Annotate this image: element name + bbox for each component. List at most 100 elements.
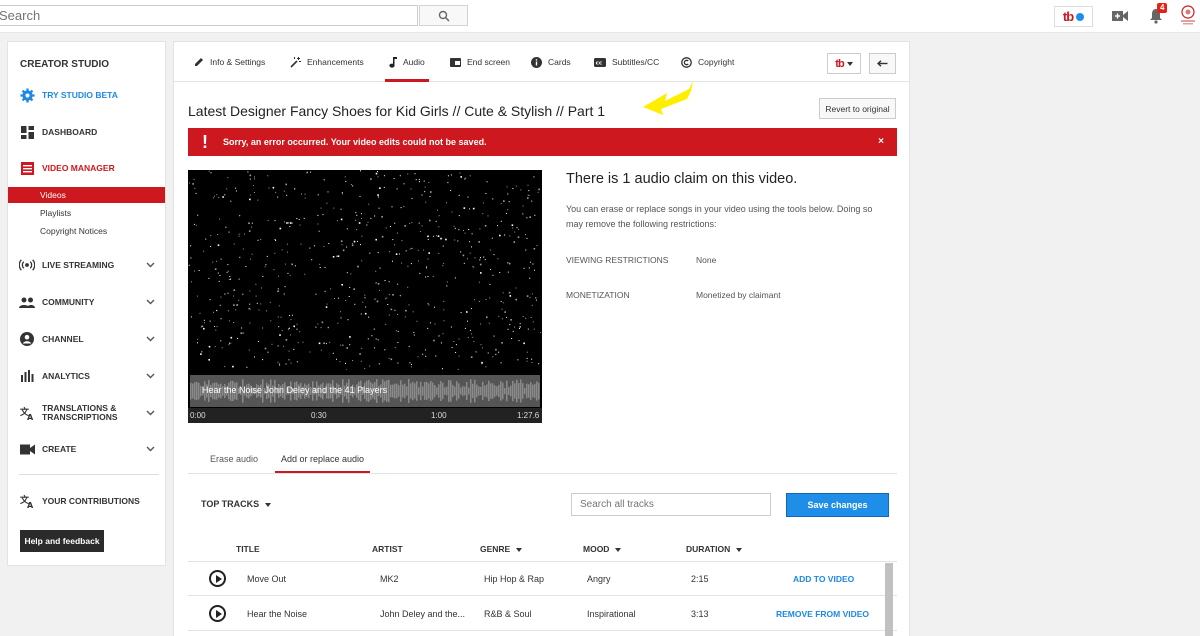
revert-button[interactable]: Revert to original <box>819 98 896 119</box>
tab-label: Info & Settings <box>210 57 266 67</box>
main-panel: Info & Settings Enhancements Audio End s… <box>173 41 910 636</box>
search-button[interactable] <box>419 5 468 26</box>
svg-text:A: A <box>27 501 34 508</box>
search-box[interactable] <box>0 5 418 26</box>
table-row: Hear the Noise John Deley and the... R&B… <box>188 597 897 631</box>
upload-video-icon[interactable] <box>1110 6 1130 26</box>
add-to-video-button[interactable]: ADD TO VIDEO <box>793 574 854 584</box>
column-header-label: GENRE <box>480 544 511 554</box>
channel-account-icon <box>19 331 35 347</box>
close-icon[interactable]: × <box>878 136 884 147</box>
track-title: Hear the Noise <box>247 609 308 619</box>
sidebar-item-dashboard[interactable]: DASHBOARD <box>8 121 165 143</box>
starfield-preview <box>188 170 542 370</box>
column-header-duration[interactable]: DURATION <box>686 544 742 554</box>
search-input[interactable] <box>0 6 417 25</box>
remove-from-video-button[interactable]: REMOVE FROM VIDEO <box>776 609 869 619</box>
sidebar-item-your-contributions[interactable]: 文A YOUR CONTRIBUTIONS <box>8 490 165 512</box>
table-scrollbar[interactable] <box>885 563 893 636</box>
time-marker: 0:00 <box>190 411 206 420</box>
claim-description: You can erase or replace songs in your v… <box>566 204 873 229</box>
error-banner: ! Sorry, an error occurred. Your video e… <box>188 128 897 156</box>
tab-add-replace-audio[interactable]: Add or replace audio <box>274 454 371 473</box>
copyright-icon <box>681 56 692 68</box>
column-header-genre[interactable]: GENRE <box>480 544 522 554</box>
track-mood: Angry <box>587 574 611 584</box>
tab-subtitles[interactable]: cc Subtitles/CC <box>594 42 659 82</box>
tab-label: End screen <box>467 57 510 67</box>
top-tracks-dropdown[interactable]: TOP TRACKS <box>201 499 271 509</box>
info-icon <box>531 56 542 68</box>
help-feedback-button[interactable]: Help and feedback <box>20 530 104 552</box>
caret-down-icon <box>846 61 853 66</box>
track-genre: Hip Hop & Rap <box>484 574 545 584</box>
sidebar-item-label: CHANNEL <box>42 334 84 344</box>
sidebar-item-label: TRY STUDIO BETA <box>42 90 118 100</box>
track-duration: 2:15 <box>691 574 709 584</box>
sidebar-item-label: VIDEO MANAGER <box>42 163 115 173</box>
tab-info-settings[interactable]: Info & Settings <box>194 42 265 82</box>
error-message: Sorry, an error occurred. Your video edi… <box>223 137 487 147</box>
monetization-value: Monetized by claimant <box>696 290 781 300</box>
sidebar-item-video-manager[interactable]: VIDEO MANAGER <box>8 157 165 179</box>
sidebar-item-analytics[interactable]: ANALYTICS <box>8 365 165 387</box>
community-icon <box>19 294 35 310</box>
play-icon[interactable] <box>209 570 226 587</box>
tab-copyright[interactable]: Copyright <box>681 42 734 82</box>
tab-label: Cards <box>548 57 571 67</box>
tab-label: Subtitles/CC <box>612 57 660 67</box>
column-header-title[interactable]: TITLE <box>236 544 260 554</box>
sidebar-item-community[interactable]: COMMUNITY <box>8 291 165 313</box>
return-arrow-icon <box>877 59 888 67</box>
dashboard-icon <box>19 124 35 140</box>
track-artist: MK2 <box>380 574 399 584</box>
video-manager-icon <box>19 160 35 176</box>
save-changes-button[interactable]: Save changes <box>786 493 889 517</box>
track-title: Move Out <box>247 574 287 584</box>
tab-cards[interactable]: Cards <box>531 42 571 82</box>
end-screen-icon <box>450 57 461 67</box>
back-button[interactable] <box>869 53 896 74</box>
timeline[interactable]: 0:00 0:30 1:00 1:27.6 <box>188 408 542 423</box>
viewing-restrictions-label: VIEWING RESTRICTIONS <box>566 255 669 265</box>
sidebar-item-create[interactable]: CREATE <box>8 438 165 460</box>
chevron-down-icon <box>146 297 155 307</box>
tab-erase-audio[interactable]: Erase audio <box>210 454 258 464</box>
tab-audio[interactable]: Audio <box>385 42 429 82</box>
sidebar-item-label: LIVE STREAMING <box>42 260 115 270</box>
sidebar-item-try-beta[interactable]: TRY STUDIO BETA <box>8 84 165 106</box>
avatar[interactable] <box>1178 4 1198 26</box>
sidebar-item-channel[interactable]: CHANNEL <box>8 328 165 350</box>
viewing-restrictions-value: None <box>696 255 717 265</box>
sidebar-item-live-streaming[interactable]: LIVE STREAMING <box>8 254 165 276</box>
sidebar-sub-item-playlists[interactable]: Playlists <box>8 205 165 221</box>
table-row: Move Out MK2 Hip Hop & Rap Angry 2:15 AD… <box>188 562 897 596</box>
highlight-arrow-icon <box>637 79 697 128</box>
sidebar-item-translations[interactable]: 文A TRANSLATIONS & TRANSCRIPTIONS <box>8 400 165 426</box>
sidebar-sub-item-videos[interactable]: Videos <box>8 187 165 203</box>
sidebar: CREATOR STUDIO TRY STUDIO BETA DASHBOARD… <box>7 41 166 566</box>
sidebar-item-label: YOUR CONTRIBUTIONS <box>42 496 140 506</box>
tab-end-screen[interactable]: End screen <box>450 42 510 82</box>
channel-menu-button[interactable]: tb <box>827 53 861 74</box>
column-header-artist[interactable]: ARTIST <box>372 544 403 554</box>
tab-enhancements[interactable]: Enhancements <box>290 42 364 82</box>
play-icon[interactable] <box>209 605 226 622</box>
caret-down-icon <box>515 548 522 552</box>
sidebar-sub-item-copyright-notices[interactable]: Copyright Notices <box>8 223 165 239</box>
gear-icon <box>19 87 35 103</box>
sidebar-title: CREATOR STUDIO <box>20 59 110 70</box>
search-tracks-box[interactable] <box>571 493 771 516</box>
magic-wand-icon <box>290 56 301 68</box>
search-tracks-input[interactable] <box>572 494 770 515</box>
alert-icon: ! <box>202 132 208 152</box>
channel-switcher[interactable]: tb <box>1054 6 1093 27</box>
brand-logo: tb <box>835 57 844 70</box>
column-header-mood[interactable]: MOOD <box>583 544 621 554</box>
track-mood: Inspirational <box>587 609 636 619</box>
video-player[interactable]: Hear the Noise John Deley and the 41 Pla… <box>188 170 542 423</box>
sidebar-item-label: DASHBOARD <box>42 127 98 137</box>
chevron-down-icon <box>146 260 155 270</box>
caret-down-icon <box>264 502 271 507</box>
top-bar: tb 4 <box>0 0 1200 33</box>
